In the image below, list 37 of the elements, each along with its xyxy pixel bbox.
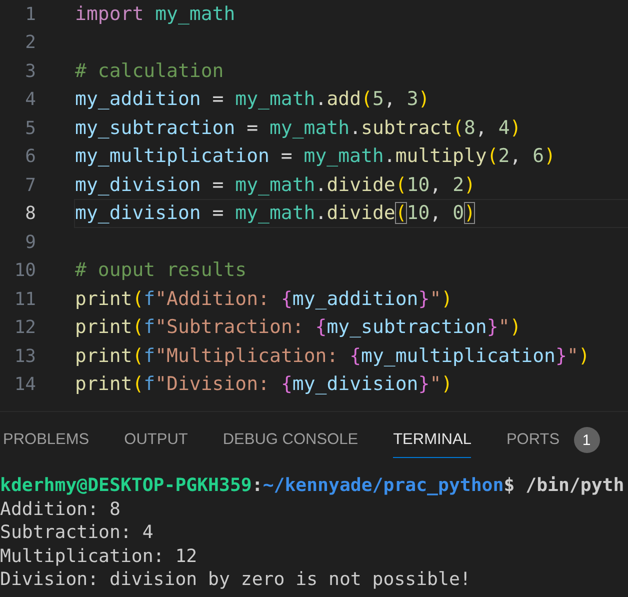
line-number: 12: [13, 317, 36, 338]
terminal-prompt: kderhmy@DESKTOP-PGKH359:~/kennyade/prac_python$ /bin/pyth: [0, 474, 626, 498]
code-line: # calculation: [74, 58, 225, 84]
code-line: print(f"Multiplication: {my_multiplication}"): [74, 344, 591, 369]
code-line: print(f"Division: {my_division}"): [74, 372, 454, 398]
line-number: 7: [24, 174, 36, 196]
code-line: my_division = my_math.divide(10, 2): [74, 172, 476, 198]
code-line: print(f"Addition: {my_addition}"): [74, 286, 454, 312]
line-number: 8: [24, 203, 36, 224]
line-number: 5: [24, 118, 36, 139]
line-number: 3: [24, 60, 36, 82]
line-number: 10: [13, 260, 36, 282]
terminal-output: Addition: 8: [0, 498, 122, 521]
panel-tab[interactable]: PORTS: [506, 422, 560, 458]
count-badge: 1: [574, 427, 600, 453]
panel-tab[interactable]: DEBUG CONSOLE: [222, 422, 358, 458]
line-number: 1: [24, 4, 36, 25]
code-line: my_multiplication = my_math.multiply(2, 6): [74, 144, 557, 170]
panel-tab[interactable]: OUTPUT: [124, 422, 188, 458]
code-line: my_division = my_math.divide(10, 0): [74, 199, 628, 228]
panel-tab[interactable]: PROBLEMS: [3, 422, 90, 458]
code-line: my_subtraction = my_math.subtract(8, 4): [74, 116, 522, 141]
line-number: 4: [24, 89, 36, 110]
code-line: print(f"Subtraction: {my_subtraction}"): [74, 315, 522, 340]
terminal-output: Division: division by zero is not possible!: [0, 568, 472, 592]
line-number: 11: [13, 288, 36, 310]
terminal-output: Subtraction: 4: [0, 521, 154, 544]
line-number: 2: [24, 32, 36, 54]
code-line: my_addition = my_math.add(5, 3): [74, 87, 431, 112]
code-line: # ouput results: [74, 258, 248, 284]
terminal-output: Multiplication: 12: [0, 544, 198, 568]
code-line: import my_math: [74, 2, 236, 27]
line-number: 6: [24, 146, 36, 168]
line-number: 13: [13, 346, 36, 367]
line-number: 9: [24, 232, 36, 253]
panel-tab[interactable]: TERMINAL: [393, 422, 472, 458]
line-number: 14: [13, 374, 36, 396]
